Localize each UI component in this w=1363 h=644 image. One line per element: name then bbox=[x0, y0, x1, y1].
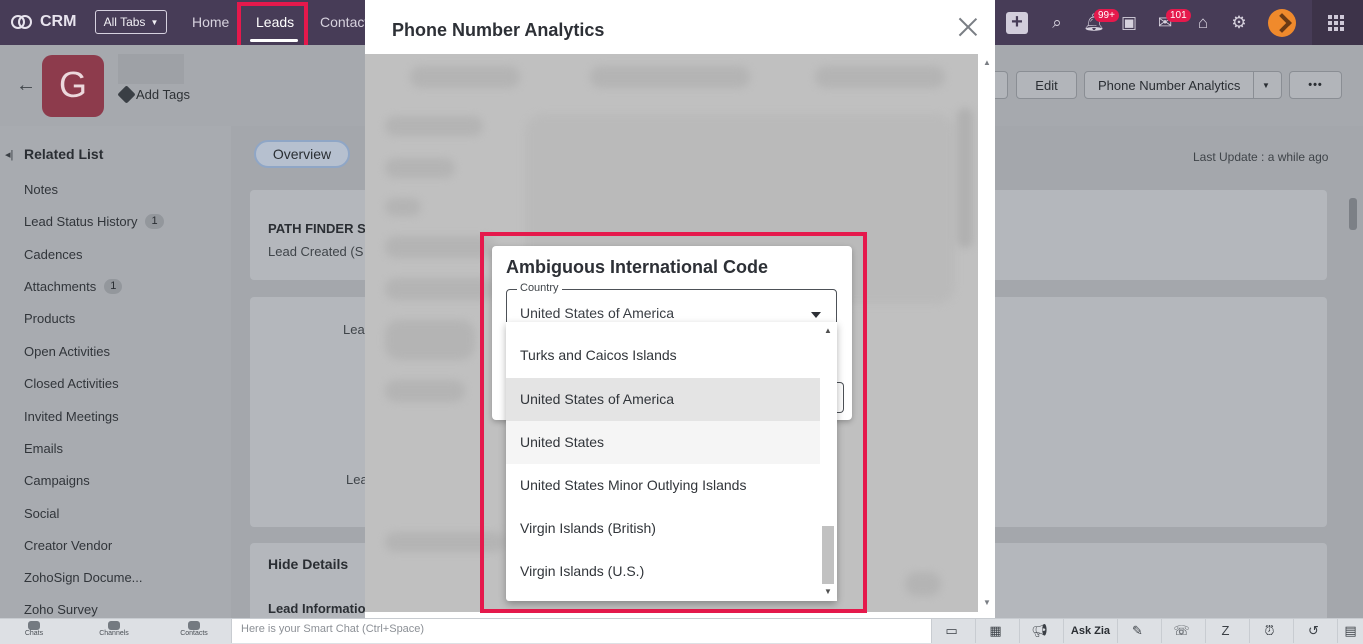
scroll-up-arrow-icon[interactable]: ▲ bbox=[824, 326, 832, 335]
sidebar-item-social[interactable]: Social bbox=[24, 506, 59, 521]
sidebar-item-campaigns[interactable]: Campaigns bbox=[24, 473, 90, 488]
crm-logo-icon bbox=[11, 15, 32, 29]
media-icon[interactable]: ▦ bbox=[975, 619, 1015, 643]
sidebar-item-creator-vendor[interactable]: Creator Vendor bbox=[24, 538, 112, 553]
lead-information-heading: Lead Information bbox=[268, 601, 374, 616]
crm-logo[interactable]: CRM bbox=[10, 11, 76, 33]
app-name: CRM bbox=[40, 13, 77, 30]
sidebar-item-cadences[interactable]: Cadences bbox=[24, 247, 83, 262]
user-avatar[interactable] bbox=[1268, 9, 1296, 37]
page-scrollbar[interactable] bbox=[1346, 190, 1360, 618]
sidebar-item-closed-activities[interactable]: Closed Activities bbox=[24, 376, 119, 391]
calendar-icon[interactable]: ▣ bbox=[1118, 12, 1140, 34]
all-tabs-label: All Tabs bbox=[103, 15, 146, 29]
zia-icon[interactable]: Z bbox=[1205, 619, 1245, 643]
channels-button[interactable]: Channels bbox=[93, 619, 135, 637]
count-badge: 1 bbox=[145, 214, 164, 229]
nav-tab-leads[interactable]: Leads bbox=[256, 14, 294, 30]
scroll-down-arrow-icon[interactable]: ▼ bbox=[824, 587, 832, 596]
caret-down-icon: ▼ bbox=[150, 17, 159, 27]
chats-button[interactable]: Chats bbox=[13, 619, 55, 637]
last-update-text: Last Update : a while ago bbox=[1193, 150, 1329, 164]
chat-bubble-icon bbox=[28, 621, 40, 630]
active-tab-indicator bbox=[250, 39, 298, 42]
smart-chat-placeholder: Here is your Smart Chat (Ctrl+Space) bbox=[241, 623, 425, 635]
country-option-hovered[interactable]: United States bbox=[506, 421, 820, 464]
edit-note-icon[interactable]: ✎ bbox=[1117, 619, 1157, 643]
back-arrow-icon[interactable]: ← bbox=[16, 74, 36, 97]
collapse-sidebar-icon[interactable]: ◂| bbox=[5, 148, 13, 161]
country-selected-value: United States of America bbox=[520, 305, 675, 321]
channels-icon bbox=[108, 621, 120, 630]
call-icon[interactable]: ☏ bbox=[1161, 619, 1201, 643]
caret-down-icon[interactable]: ▼ bbox=[1262, 81, 1270, 90]
screen-share-icon[interactable]: ▭ bbox=[931, 619, 971, 643]
sidebar-item-zoho-survey[interactable]: Zoho Survey bbox=[24, 602, 98, 617]
modal-scrollbar[interactable]: ▲ ▼ bbox=[979, 54, 995, 612]
country-field-label: Country bbox=[517, 282, 562, 294]
sidebar-item-open-activities[interactable]: Open Activities bbox=[24, 344, 110, 359]
sidebar-item-attachments[interactable]: Attachments 1 bbox=[24, 279, 123, 294]
sidebar-item-products[interactable]: Products bbox=[24, 311, 75, 326]
calculator-icon[interactable]: ▤ bbox=[1337, 619, 1363, 643]
marketplace-icon[interactable]: ⌂ bbox=[1192, 12, 1214, 34]
sidebar-item-emails[interactable]: Emails bbox=[24, 441, 63, 456]
field-label: Lea bbox=[343, 322, 365, 337]
sidebar-item-lead-status-history[interactable]: Lead Status History 1 bbox=[24, 214, 164, 229]
sidebar-item-zohosign-documents[interactable]: ZohoSign Docume... bbox=[24, 570, 143, 585]
sidebar-item-notes[interactable]: Notes bbox=[24, 182, 58, 197]
country-options-list: Turks and Caicos Islands United States o… bbox=[506, 322, 837, 601]
button-divider bbox=[1253, 72, 1254, 98]
country-option[interactable]: Turks and Caicos Islands bbox=[506, 334, 820, 377]
scroll-down-arrow-icon[interactable]: ▼ bbox=[983, 598, 991, 607]
add-tags-button[interactable]: Add Tags bbox=[117, 85, 190, 104]
country-option-selected[interactable]: United States of America bbox=[506, 378, 820, 421]
history-icon[interactable]: ↺ bbox=[1293, 619, 1333, 643]
tab-overview[interactable]: Overview bbox=[254, 140, 350, 168]
grid-icon bbox=[1328, 15, 1344, 31]
ask-zia-button[interactable]: Ask Zia bbox=[1063, 619, 1117, 643]
phone-number-analytics-label: Phone Number Analytics bbox=[1098, 77, 1241, 93]
nav-tab-contacts[interactable]: Contact bbox=[320, 14, 368, 30]
close-icon[interactable] bbox=[958, 17, 978, 37]
sidebar-item-invited-meetings[interactable]: Invited Meetings bbox=[24, 409, 119, 424]
scroll-up-arrow-icon[interactable]: ▲ bbox=[983, 58, 991, 67]
modal-title: Phone Number Analytics bbox=[392, 20, 605, 40]
count-badge: 1 bbox=[104, 279, 123, 294]
country-option[interactable]: United States Minor Outlying Islands bbox=[506, 464, 820, 507]
contacts-button[interactable]: Contacts bbox=[173, 619, 215, 637]
add-tags-label: Add Tags bbox=[136, 87, 190, 102]
nav-tab-home[interactable]: Home bbox=[192, 14, 229, 30]
tag-icon bbox=[117, 85, 136, 104]
alarm-clock-icon[interactable]: ⏰︎ bbox=[1249, 619, 1289, 643]
gear-icon[interactable]: ⚙ bbox=[1228, 12, 1250, 34]
record-avatar: G bbox=[42, 55, 104, 117]
hide-details-toggle[interactable]: Hide Details bbox=[268, 556, 348, 572]
more-actions-button[interactable]: ••• bbox=[1289, 71, 1342, 99]
all-tabs-dropdown[interactable]: All Tabs ▼ bbox=[95, 10, 167, 34]
create-plus-icon[interactable]: + bbox=[1006, 12, 1028, 34]
search-icon[interactable]: ⌕ bbox=[1046, 12, 1068, 34]
notifications-badge: 99+ bbox=[1094, 9, 1119, 22]
caret-down-icon[interactable] bbox=[811, 312, 821, 318]
path-finder-title: PATH FINDER S bbox=[268, 221, 366, 236]
scrollbar-thumb[interactable] bbox=[1349, 198, 1357, 230]
options-scrollbar[interactable]: ▲ ▼ bbox=[820, 322, 837, 601]
dialog-title: Ambiguous International Code bbox=[506, 257, 769, 277]
contact-person-icon bbox=[188, 621, 200, 630]
related-list-title: Related List bbox=[24, 146, 104, 162]
country-option[interactable]: Virgin Islands (U.S.) bbox=[506, 550, 820, 593]
country-option[interactable]: Virgin Islands (British) bbox=[506, 507, 820, 550]
edit-button[interactable]: Edit bbox=[1016, 71, 1077, 99]
lead-created-text: Lead Created (S bbox=[268, 244, 364, 259]
scrollbar-thumb[interactable] bbox=[822, 526, 834, 584]
megaphone-icon[interactable]: 📢︎ bbox=[1019, 619, 1059, 643]
record-name-redacted bbox=[118, 54, 184, 84]
mail-badge: 101 bbox=[1166, 9, 1191, 22]
